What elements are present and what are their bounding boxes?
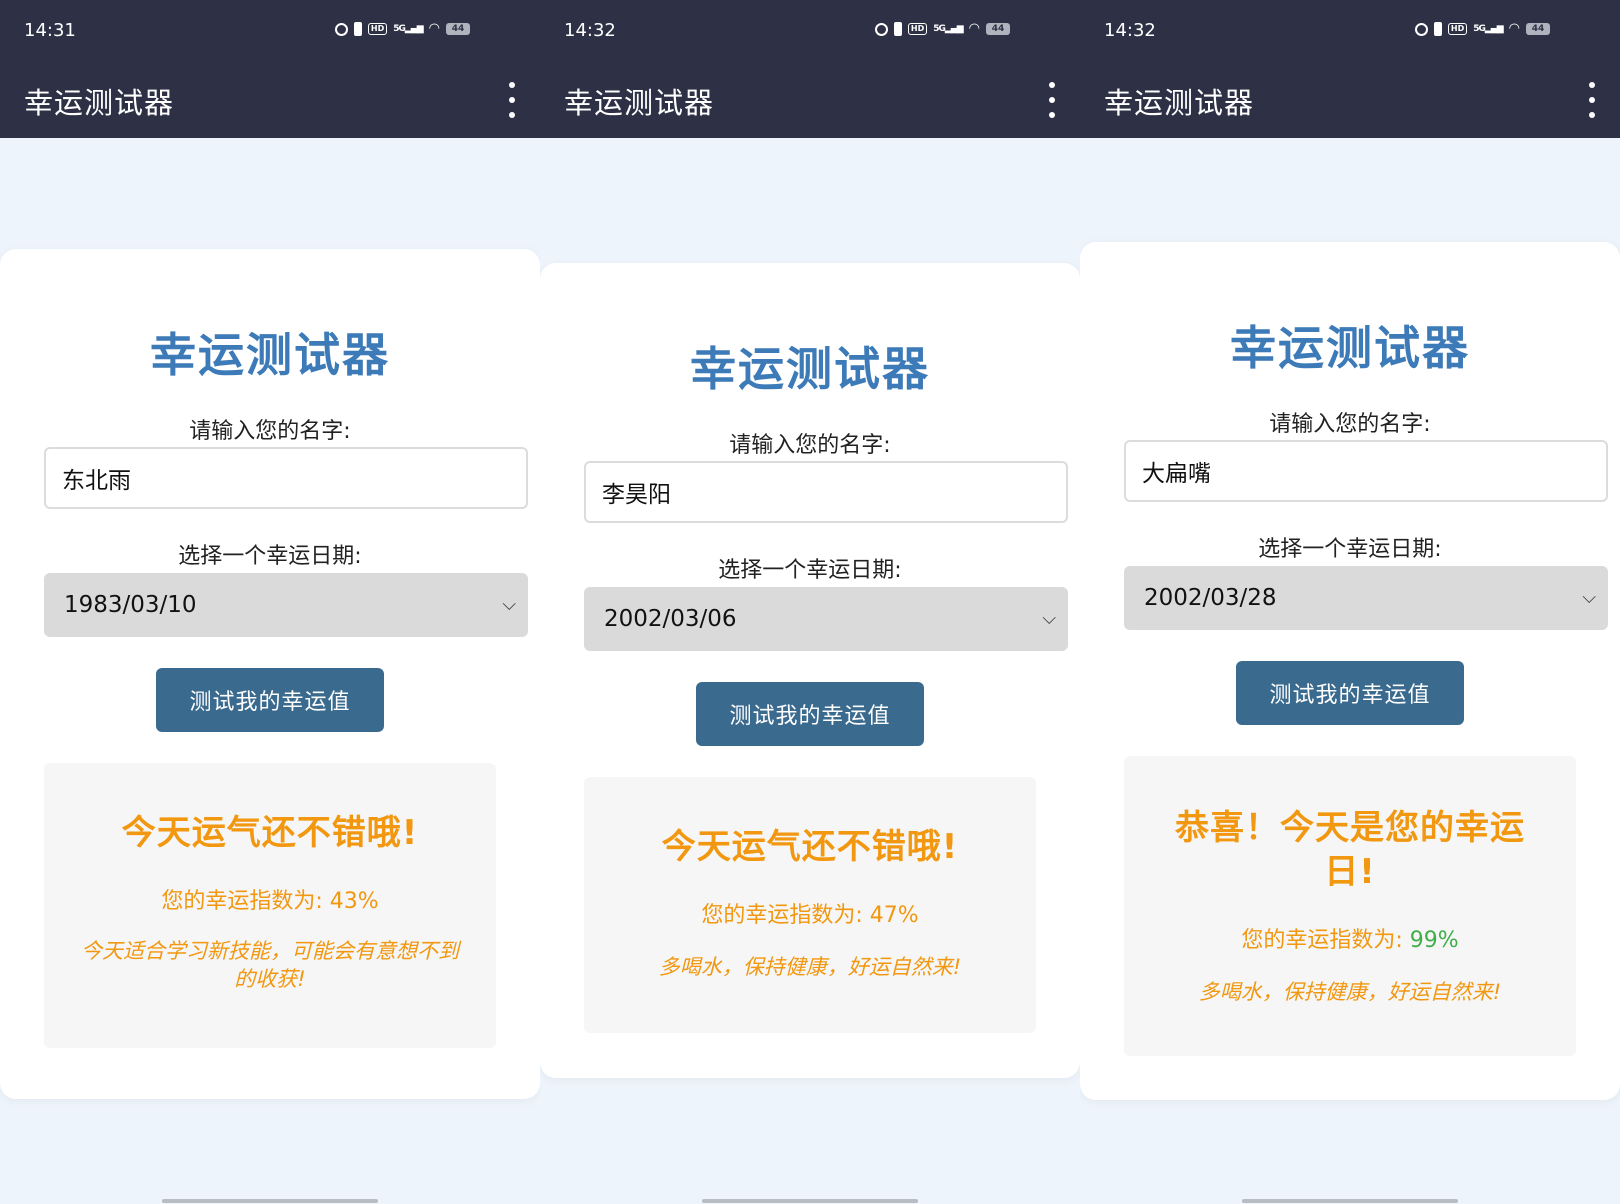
score-prefix: 您的幸运指数为: bbox=[1241, 928, 1410, 953]
result-advice: 今天适合学习新技能，可能会有意想不到的收获! bbox=[81, 939, 459, 991]
wifi-icon: ◠ bbox=[968, 21, 980, 36]
date-select-value: 2002/03/28 bbox=[1144, 585, 1277, 611]
result-headline: 恭喜！今天是您的幸运日! bbox=[1175, 808, 1525, 892]
date-select-value: 2002/03/06 bbox=[604, 606, 737, 632]
luck-card: 幸运测试器 请输入您的名字: 选择一个幸运日期: 2002/03/28 ⌵ 测试… bbox=[1080, 242, 1620, 1100]
chevron-down-icon: ⌵ bbox=[1582, 587, 1596, 608]
app-title: 幸运测试器 bbox=[1104, 86, 1255, 120]
signal-5g-icon: 5G▂▄▆ bbox=[933, 24, 963, 34]
luck-card: 幸运测试器 请输入您的名字: 选择一个幸运日期: 1983/03/10 ⌵ 测试… bbox=[0, 249, 540, 1099]
score-value: 47% bbox=[869, 903, 919, 928]
chevron-down-icon: ⌵ bbox=[1042, 608, 1056, 629]
battery-icon: 44 bbox=[1526, 23, 1550, 35]
more-options-icon[interactable] bbox=[508, 82, 516, 118]
hd-icon: HD bbox=[367, 23, 388, 35]
card-title: 幸运测试器 bbox=[690, 342, 930, 396]
battery-icon: 44 bbox=[986, 23, 1010, 35]
more-options-icon[interactable] bbox=[1588, 82, 1596, 118]
test-luck-button[interactable]: 测试我的幸运值 bbox=[696, 682, 924, 746]
alarm-icon bbox=[334, 22, 348, 36]
result-box: 今天运气还不错哦! 您的幸运指数为: 43% 今天适合学习新技能，可能会有意想不… bbox=[44, 763, 496, 1048]
status-bar: 14:32 HD 5G▂▄▆ ◠ 44 bbox=[1080, 0, 1620, 64]
date-label: 选择一个幸运日期: bbox=[1258, 537, 1442, 562]
app-bar: 幸运测试器 bbox=[0, 64, 540, 138]
date-label: 选择一个幸运日期: bbox=[178, 544, 362, 569]
vibrate-icon bbox=[893, 22, 902, 36]
app-bar: 幸运测试器 bbox=[1080, 64, 1620, 138]
status-time: 14:31 bbox=[24, 20, 76, 41]
vibrate-icon bbox=[353, 22, 362, 36]
status-time: 14:32 bbox=[564, 20, 616, 41]
score-prefix: 您的幸运指数为: bbox=[701, 903, 870, 928]
name-label: 请输入您的名字: bbox=[729, 433, 891, 458]
score-prefix: 您的幸运指数为: bbox=[161, 889, 330, 914]
result-box: 恭喜！今天是您的幸运日! 您的幸运指数为: 99% 多喝水，保持健康，好运自然来… bbox=[1124, 756, 1576, 1056]
score-value: 99% bbox=[1409, 928, 1459, 953]
name-input[interactable] bbox=[1124, 440, 1608, 502]
home-indicator[interactable] bbox=[702, 1199, 918, 1203]
card-title: 幸运测试器 bbox=[150, 328, 390, 382]
battery-icon: 44 bbox=[446, 23, 470, 35]
date-select[interactable]: 2002/03/28 ⌵ bbox=[1124, 566, 1608, 630]
alarm-icon bbox=[1414, 22, 1428, 36]
hd-icon: HD bbox=[1447, 23, 1468, 35]
result-headline: 今天运气还不错哦! bbox=[661, 827, 959, 867]
app-bar: 幸运测试器 bbox=[540, 64, 1080, 138]
wifi-icon: ◠ bbox=[428, 21, 440, 36]
chevron-down-icon: ⌵ bbox=[502, 594, 516, 615]
phone-screen-1: 14:31 HD 5G▂▄▆ ◠ 44 幸运测试器 幸运测试器 请输入您的名字:… bbox=[0, 0, 540, 1204]
alarm-icon bbox=[874, 22, 888, 36]
status-bar: 14:31 HD 5G▂▄▆ ◠ 44 bbox=[0, 0, 540, 64]
luck-score: 您的幸运指数为: 47% bbox=[584, 897, 1036, 929]
home-indicator[interactable] bbox=[1242, 1199, 1458, 1203]
vibrate-icon bbox=[1433, 22, 1442, 36]
wifi-icon: ◠ bbox=[1508, 21, 1520, 36]
status-time: 14:32 bbox=[1104, 20, 1156, 41]
status-icons: HD 5G▂▄▆ ◠ 44 bbox=[334, 21, 470, 36]
signal-5g-icon: 5G▂▄▆ bbox=[393, 24, 423, 34]
luck-card: 幸运测试器 请输入您的名字: 选择一个幸运日期: 2002/03/06 ⌵ 测试… bbox=[540, 263, 1080, 1078]
result-box: 今天运气还不错哦! 您的幸运指数为: 47% 多喝水，保持健康，好运自然来! bbox=[584, 777, 1036, 1033]
app-title: 幸运测试器 bbox=[24, 86, 175, 120]
luck-score: 您的幸运指数为: 43% bbox=[44, 883, 496, 915]
result-advice: 多喝水，保持健康，好运自然来! bbox=[658, 955, 962, 979]
name-label: 请输入您的名字: bbox=[189, 419, 351, 444]
app-title: 幸运测试器 bbox=[564, 86, 715, 120]
phone-screen-2: 14:32 HD 5G▂▄▆ ◠ 44 幸运测试器 幸运测试器 请输入您的名字:… bbox=[540, 0, 1080, 1204]
luck-score: 您的幸运指数为: 99% bbox=[1124, 922, 1576, 954]
name-input[interactable] bbox=[584, 461, 1068, 523]
phone-screen-3: 14:32 HD 5G▂▄▆ ◠ 44 幸运测试器 幸运测试器 请输入您的名字:… bbox=[1080, 0, 1620, 1204]
more-options-icon[interactable] bbox=[1048, 82, 1056, 118]
name-label: 请输入您的名字: bbox=[1269, 412, 1431, 437]
name-input[interactable] bbox=[44, 447, 528, 509]
result-headline: 今天运气还不错哦! bbox=[121, 813, 419, 853]
card-title: 幸运测试器 bbox=[1230, 321, 1470, 375]
status-bar: 14:32 HD 5G▂▄▆ ◠ 44 bbox=[540, 0, 1080, 64]
home-indicator[interactable] bbox=[162, 1199, 378, 1203]
date-select-value: 1983/03/10 bbox=[64, 592, 197, 618]
signal-5g-icon: 5G▂▄▆ bbox=[1473, 24, 1503, 34]
result-advice: 多喝水，保持健康，好运自然来! bbox=[1198, 980, 1502, 1004]
score-value: 43% bbox=[329, 889, 379, 914]
test-luck-button[interactable]: 测试我的幸运值 bbox=[156, 668, 384, 732]
date-label: 选择一个幸运日期: bbox=[718, 558, 902, 583]
status-icons: HD 5G▂▄▆ ◠ 44 bbox=[874, 21, 1010, 36]
status-icons: HD 5G▂▄▆ ◠ 44 bbox=[1414, 21, 1550, 36]
hd-icon: HD bbox=[907, 23, 928, 35]
date-select[interactable]: 2002/03/06 ⌵ bbox=[584, 587, 1068, 651]
test-luck-button[interactable]: 测试我的幸运值 bbox=[1236, 661, 1464, 725]
date-select[interactable]: 1983/03/10 ⌵ bbox=[44, 573, 528, 637]
